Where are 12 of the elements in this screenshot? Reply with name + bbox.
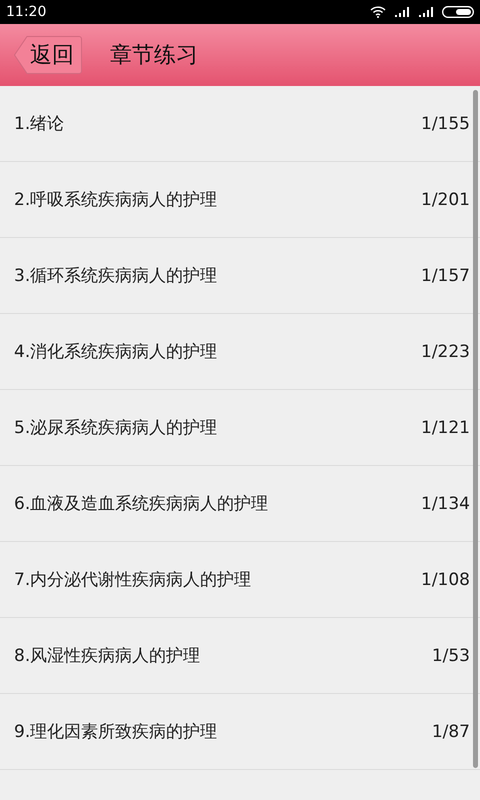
status-time: 11:20 (6, 4, 48, 20)
chapter-name: 4.消化系统疾病病人的护理 (14, 341, 218, 363)
chapter-name: 5.泌尿系统疾病病人的护理 (14, 417, 218, 439)
chapter-name: 2.呼吸系统疾病病人的护理 (14, 189, 218, 211)
chapter-name: 7.内分泌代谢性疾病病人的护理 (14, 569, 252, 591)
chapter-name: 9.理化因素所致疾病的护理 (14, 721, 218, 743)
chapter-name: 8.风湿性疾病病人的护理 (14, 645, 202, 667)
chapter-name: 3.循环系统疾病病人的护理 (14, 265, 218, 287)
chapter-name: 6.血液及造血系统疾病病人的护理 (14, 493, 270, 515)
chapter-progress: 1/87 (432, 722, 470, 742)
page-title: 章节练习 (110, 42, 198, 70)
chapter-name: 1.绪论 (14, 113, 66, 135)
